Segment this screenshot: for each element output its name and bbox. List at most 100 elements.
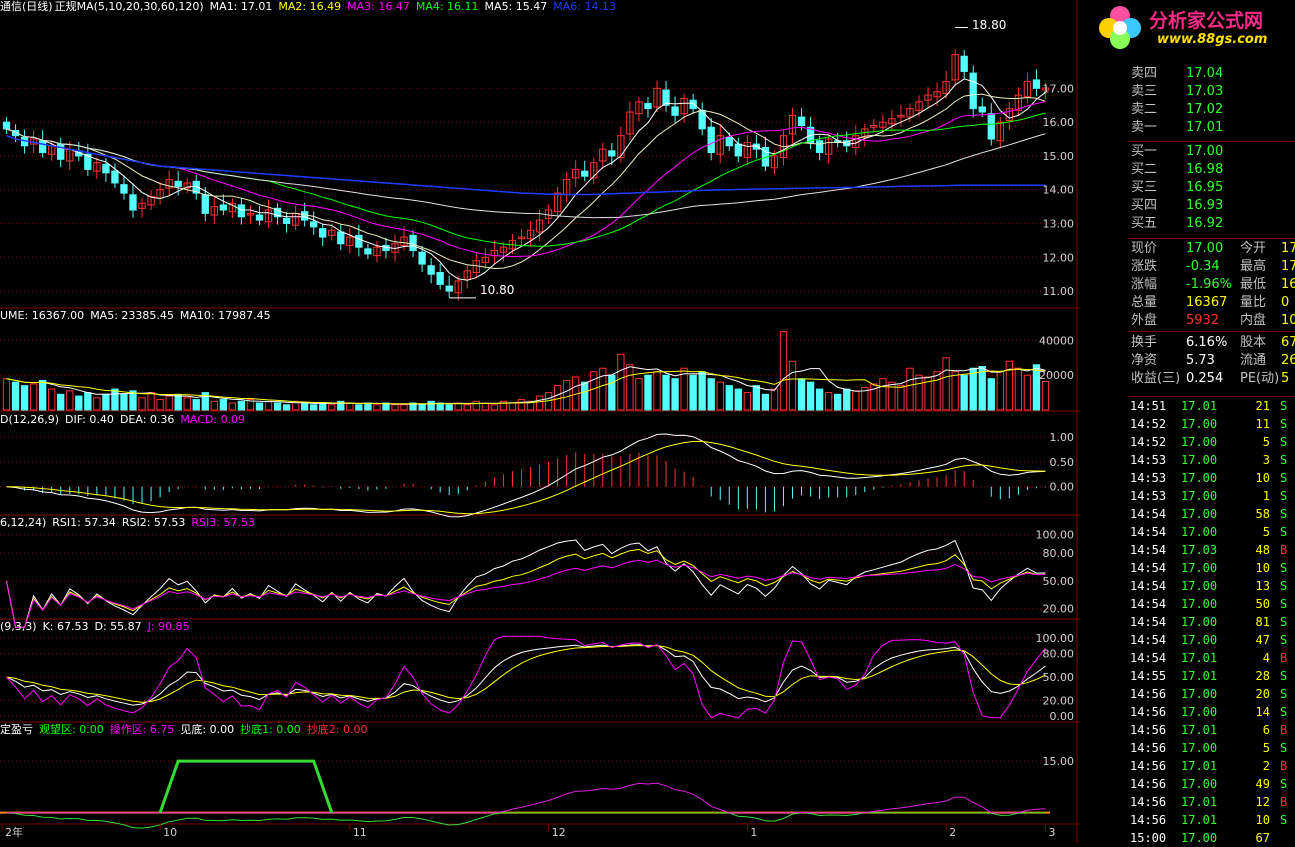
rsi-panel[interactable] — [6, 539, 1046, 628]
trade-time: 14:56 — [1130, 741, 1167, 755]
trade-time: 14:55 — [1130, 669, 1167, 683]
custom-indicator-panel[interactable] — [0, 759, 1050, 829]
bid-label: 买一 — [1131, 144, 1158, 159]
volume-bar — [815, 388, 824, 411]
trade-price: 17.00 — [1181, 471, 1218, 485]
trade-row: 14:54 17.03 48 B — [1128, 541, 1295, 559]
rsi-tick-label: 50.00 — [1043, 575, 1075, 588]
logo-title: 分析家公式网 — [1149, 10, 1264, 32]
price-tick-label: 17.00 — [1043, 82, 1075, 95]
stock-title: 通信(日线) — [0, 0, 53, 13]
ask-price: 17.02 — [1186, 102, 1224, 117]
operate-zone-pulse — [158, 759, 334, 814]
volume-tick-label: 20000 — [1039, 369, 1074, 382]
j-line — [6, 635, 1046, 719]
trade-price: 17.00 — [1181, 633, 1218, 647]
volume-bar — [165, 395, 173, 411]
volume-bar — [969, 367, 977, 411]
price-panel[interactable] — [2, 27, 1050, 301]
volume-bar — [879, 378, 887, 411]
volume-bar — [219, 399, 228, 411]
ask-price: 17.04 — [1186, 66, 1224, 81]
trade-row: 14:52 17.00 5 S — [1128, 433, 1295, 451]
trade-time: 14:54 — [1130, 507, 1167, 521]
rsi-tick-label: 100.00 — [1036, 529, 1075, 542]
volume-bar — [562, 379, 571, 411]
macd-panel[interactable] — [6, 433, 1046, 518]
trade-row: 14:56 17.01 6 B — [1128, 721, 1295, 739]
trade-side: S — [1280, 777, 1288, 791]
volume-bar — [264, 400, 273, 411]
volume-bar — [852, 390, 860, 411]
trade-side: B — [1280, 723, 1288, 737]
trade-volume: 20 — [1255, 687, 1270, 701]
volume-bar — [490, 404, 499, 411]
trade-row: 14:54 17.00 10 S — [1128, 559, 1295, 577]
buy-bottom-2: 抄底2: 0.00 — [306, 723, 368, 736]
volume-bar — [93, 397, 101, 411]
trade-price: 17.00 — [1181, 579, 1218, 593]
trade-side: S — [1280, 687, 1288, 701]
rsi1-line — [6, 539, 1046, 628]
kdj-panel[interactable] — [6, 635, 1046, 719]
trade-side: S — [1280, 561, 1288, 575]
k-line — [6, 644, 1046, 706]
volume-bar — [147, 392, 155, 411]
rsi-name: 6,12,24) — [0, 516, 47, 529]
stat-row: 涨幅 -1.96% 最低 16 — [1128, 276, 1295, 294]
stat-row: 总量 16367 量比 0 — [1128, 294, 1295, 312]
k-value: K: 67.53 — [42, 620, 89, 633]
trade-side: S — [1280, 579, 1288, 593]
macd-name: D(12,26,9) — [0, 413, 60, 426]
volume-bar — [689, 374, 697, 411]
volume-bar — [581, 381, 589, 411]
stat-value: 670 — [1281, 335, 1295, 350]
d-line — [6, 644, 1046, 703]
volume-bar — [1041, 381, 1050, 411]
trade-time: 14:54 — [1130, 651, 1167, 665]
volume-panel[interactable] — [2, 331, 1050, 411]
custom-tick-label: 15.00 — [1043, 755, 1075, 768]
trade-price: 17.00 — [1181, 831, 1218, 845]
price-tick-label: 13.00 — [1043, 218, 1075, 231]
trade-time: 14:56 — [1130, 759, 1167, 773]
trade-price: 17.01 — [1181, 669, 1218, 683]
trade-volume: 49 — [1255, 777, 1270, 791]
volume-bar — [617, 353, 625, 411]
candle-body — [608, 150, 616, 157]
trade-price: 17.01 — [1181, 399, 1218, 413]
volume-bar — [427, 400, 435, 411]
ask-label: 卖三 — [1131, 84, 1158, 99]
macd-tick-label: 1.00 — [1050, 431, 1075, 444]
stat-value: 16 — [1281, 277, 1295, 292]
trade-time: 14:53 — [1130, 489, 1167, 503]
buy-bottom-1: 抄底1: 0.00 — [240, 723, 301, 736]
volume-ma5: MA5: 23385.45 — [90, 309, 174, 322]
candle-body — [102, 163, 110, 174]
volume-bar — [84, 392, 92, 411]
trade-time: 14:51 — [1130, 399, 1167, 413]
volume-bar — [319, 402, 327, 411]
trade-volume: 21 — [1255, 399, 1270, 413]
price-tick-label: 14.00 — [1043, 184, 1075, 197]
trade-volume: 5 — [1262, 525, 1270, 539]
stat-label: 现价 — [1131, 241, 1158, 256]
ask-row: 卖四 17.04 — [1128, 65, 1295, 83]
volume-bar — [2, 378, 11, 411]
ma2-line — [6, 93, 1046, 270]
stat-label: 流通 — [1240, 353, 1267, 368]
trade-price: 17.00 — [1181, 615, 1218, 629]
site-logo: 分析家公式网 www.88gs.com — [1093, 0, 1295, 52]
volume-bar — [102, 393, 110, 411]
candle-body — [282, 217, 291, 225]
volume-bar — [517, 399, 526, 411]
volume-ma10: MA10: 17987.45 — [179, 309, 271, 322]
volume-bar — [734, 388, 742, 411]
volume-bar — [192, 399, 200, 411]
volume-bar — [508, 402, 517, 411]
bid-row: 买三 16.95 — [1128, 179, 1295, 197]
trade-volume: 10 — [1255, 561, 1270, 575]
trade-price: 17.00 — [1181, 561, 1218, 575]
volume-bar — [743, 392, 752, 411]
trade-price: 17.00 — [1181, 597, 1218, 611]
